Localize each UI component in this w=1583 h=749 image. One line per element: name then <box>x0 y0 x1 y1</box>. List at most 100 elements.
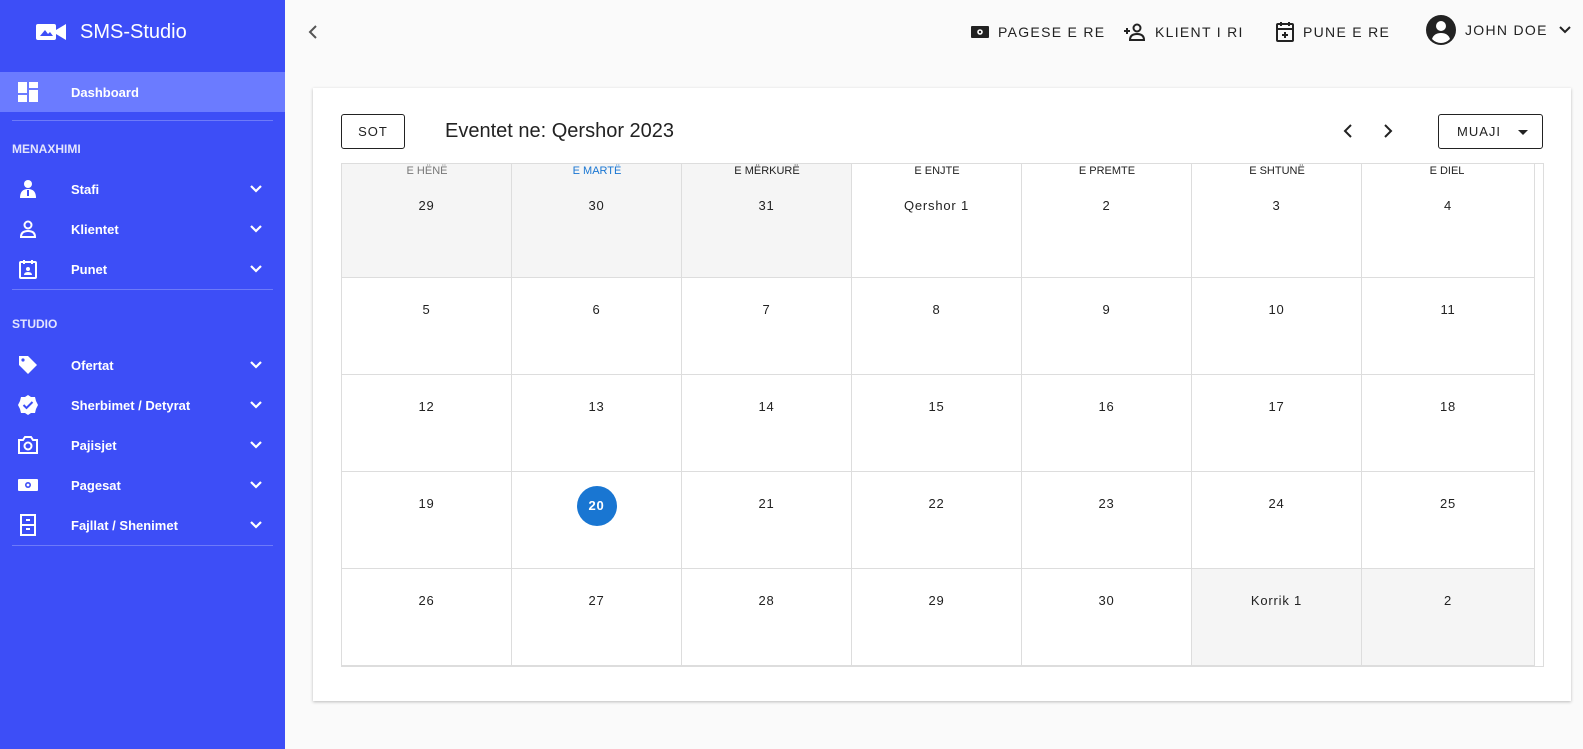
calendar-day-cell[interactable]: 19 <box>342 472 512 569</box>
calendar-day-cell[interactable]: 7 <box>682 278 852 375</box>
sidebar-item-dashboard[interactable]: Dashboard <box>0 72 285 112</box>
calendar-day-cell[interactable]: 2 <box>1362 569 1535 666</box>
user-menu[interactable]: JOHN DOE <box>1425 15 1580 45</box>
day-number[interactable]: 30 <box>588 198 604 213</box>
calendar-day-cell[interactable]: 14 <box>682 375 852 472</box>
calendar-day-cell[interactable]: 25 <box>1362 472 1535 569</box>
sidebar-item-pajisjet[interactable]: Pajisjet <box>0 425 285 465</box>
day-number[interactable]: 29 <box>418 198 434 213</box>
sidebar-item-pagesat[interactable]: Pagesat <box>0 465 285 505</box>
day-number[interactable]: 24 <box>1268 496 1284 511</box>
sidebar-item-stafi[interactable]: Stafi <box>0 169 285 209</box>
new-payment-button[interactable]: PAGESE E RE <box>970 18 1105 46</box>
sidebar-item-punet[interactable]: Punet <box>0 249 285 289</box>
day-number[interactable]: 8 <box>932 302 940 317</box>
day-number[interactable]: 5 <box>422 302 430 317</box>
day-number[interactable]: 25 <box>1440 496 1456 511</box>
calendar-day-cell[interactable]: Korrik 1 <box>1192 569 1362 666</box>
day-number[interactable]: 15 <box>928 399 944 414</box>
weekday-header: E MËRKURË <box>734 165 800 177</box>
day-number[interactable]: 12 <box>418 399 434 414</box>
prev-month-icon[interactable] <box>1338 121 1358 141</box>
day-number[interactable]: 17 <box>1268 399 1284 414</box>
sidebar-item-fajllat[interactable]: Fajllat / Shenimet <box>0 505 285 545</box>
sidebar-item-label: Ofertat <box>71 357 114 373</box>
sidebar-item-sherbimet[interactable]: Sherbimet / Detyrat <box>0 385 285 425</box>
next-month-icon[interactable] <box>1378 121 1398 141</box>
calendar-day-cell[interactable]: 5 <box>342 278 512 375</box>
calendar-day-cell[interactable]: 10 <box>1192 278 1362 375</box>
divider <box>12 289 273 290</box>
calendar-day-cell[interactable]: 27 <box>512 569 682 666</box>
calendar-day-cell[interactable]: 22 <box>852 472 1022 569</box>
day-number[interactable]: 28 <box>758 593 774 608</box>
calendar-day-cell[interactable]: 29 <box>342 164 512 278</box>
calendar-day-cell[interactable]: 26 <box>342 569 512 666</box>
calendar-day-cell[interactable]: 12 <box>342 375 512 472</box>
calendar-day-cell[interactable]: 17 <box>1192 375 1362 472</box>
today-button[interactable]: SOT <box>341 114 405 149</box>
calendar-day-cell[interactable]: 15 <box>852 375 1022 472</box>
day-number[interactable]: 31 <box>758 198 774 213</box>
day-number[interactable]: 11 <box>1440 302 1455 317</box>
day-number[interactable]: 19 <box>418 496 434 511</box>
day-number[interactable]: 3 <box>1272 198 1280 213</box>
calendar-day-cell[interactable]: 23 <box>1022 472 1192 569</box>
day-number[interactable]: 27 <box>588 593 604 608</box>
day-number[interactable]: 21 <box>758 496 774 511</box>
view-select[interactable]: MUAJI <box>1438 114 1543 149</box>
calendar-day-cell[interactable]: 2 <box>1022 164 1192 278</box>
day-number[interactable]: 16 <box>1098 399 1114 414</box>
day-number[interactable]: 23 <box>1098 496 1114 511</box>
sidebar-item-label: Sherbimet / Detyrat <box>71 397 191 413</box>
calendar-day-cell[interactable]: 6 <box>512 278 682 375</box>
day-number[interactable]: 13 <box>588 399 604 414</box>
day-number[interactable]: 2 <box>1102 198 1110 213</box>
day-number[interactable]: 26 <box>418 593 434 608</box>
calendar-person-icon <box>16 257 40 281</box>
sidebar-item-label: Pagesat <box>71 477 121 493</box>
calendar-day-cell[interactable]: 9 <box>1022 278 1192 375</box>
sidebar-item-ofertat[interactable]: Ofertat <box>0 345 285 385</box>
brand[interactable]: SMS-Studio <box>0 0 285 64</box>
day-number[interactable]: 6 <box>592 302 600 317</box>
calendar-day-cell[interactable]: 30 <box>1022 569 1192 666</box>
calendar-day-cell[interactable]: 31 <box>682 164 852 278</box>
user-name: JOHN DOE <box>1465 22 1548 38</box>
new-client-label: KLIENT I RI <box>1155 24 1244 40</box>
sidebar-item-label: Pajisjet <box>71 437 117 453</box>
day-number[interactable]: 18 <box>1440 399 1456 414</box>
day-number[interactable]: 14 <box>758 399 774 414</box>
day-number[interactable]: 10 <box>1268 302 1284 317</box>
calendar-day-cell[interactable]: 3 <box>1192 164 1362 278</box>
day-number[interactable]: 4 <box>1444 198 1452 213</box>
calendar-day-cell[interactable]: 13 <box>512 375 682 472</box>
calendar-day-cell[interactable]: 21 <box>682 472 852 569</box>
person-icon <box>16 217 40 241</box>
calendar-day-cell[interactable]: 28 <box>682 569 852 666</box>
new-client-button[interactable]: KLIENT I RI <box>1123 18 1244 46</box>
calendar-day-cell[interactable]: 18 <box>1362 375 1535 472</box>
sidebar-item-klientet[interactable]: Klientet <box>0 209 285 249</box>
calendar-day-cell[interactable]: 11 <box>1362 278 1535 375</box>
day-number[interactable]: 7 <box>762 302 770 317</box>
calendar-day-cell[interactable]: 8 <box>852 278 1022 375</box>
day-number[interactable]: Korrik 1 <box>1251 593 1302 608</box>
collapse-sidebar-icon[interactable] <box>303 22 323 42</box>
calendar-day-cell[interactable]: 4 <box>1362 164 1535 278</box>
new-job-button[interactable]: PUNE E RE <box>1275 18 1390 46</box>
day-number[interactable]: 22 <box>928 496 944 511</box>
day-number[interactable]: 2 <box>1444 593 1452 608</box>
day-number[interactable]: 9 <box>1102 302 1110 317</box>
calendar-day-cell[interactable]: Qershor 1 <box>852 164 1022 278</box>
day-number[interactable]: 30 <box>1098 593 1114 608</box>
today-date[interactable]: 20 <box>576 486 617 526</box>
calendar-day-cell[interactable]: 30 <box>512 164 682 278</box>
chevron-down-icon <box>250 185 262 193</box>
day-number[interactable]: 29 <box>928 593 944 608</box>
day-number[interactable]: Qershor 1 <box>904 198 969 213</box>
calendar-day-cell[interactable]: 24 <box>1192 472 1362 569</box>
calendar-day-cell[interactable]: 20 <box>512 472 682 569</box>
calendar-day-cell[interactable]: 16 <box>1022 375 1192 472</box>
calendar-day-cell[interactable]: 29 <box>852 569 1022 666</box>
